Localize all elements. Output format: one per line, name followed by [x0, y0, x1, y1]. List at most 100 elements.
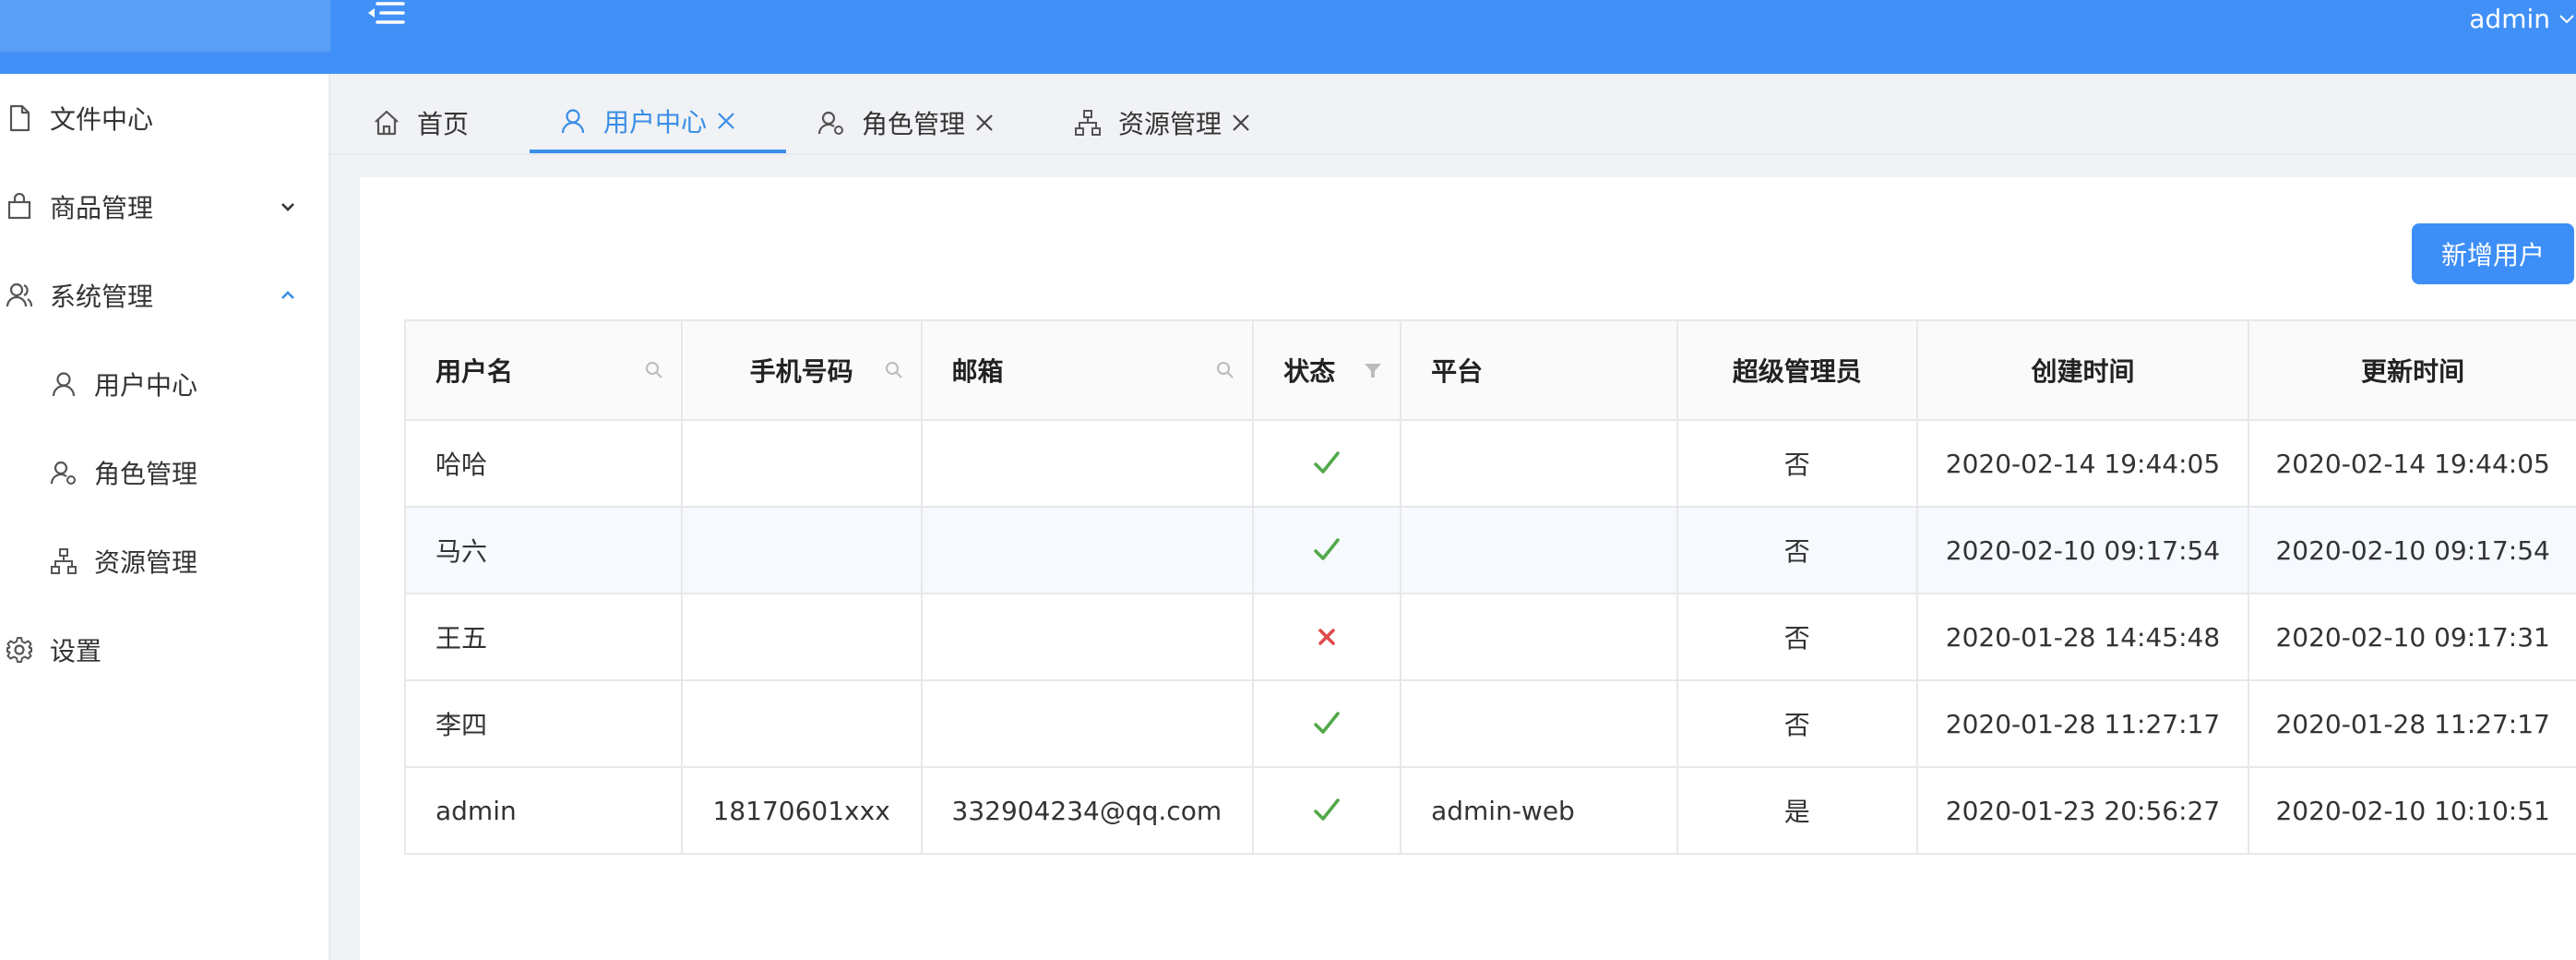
cell-status [1254, 594, 1402, 679]
cell-platform [1401, 421, 1678, 506]
filter-icon[interactable] [1363, 360, 1383, 380]
table-row[interactable]: 李四 否 2020-01-28 11:27:17 2020-01-28 11:2… [406, 681, 2576, 768]
cell-updated: 2020-02-10 10:10:51 [2275, 795, 2550, 826]
shopping-bag-icon [7, 193, 31, 220]
search-icon[interactable] [1215, 360, 1235, 380]
check-icon [1314, 712, 1340, 734]
cell-created: 2020-01-23 20:56:27 [1918, 768, 2250, 853]
cell-username: 李四 [406, 681, 683, 766]
users-icon [6, 282, 33, 307]
check-icon [1314, 451, 1340, 474]
cell-platform: admin-web [1401, 768, 1678, 853]
role-icon [50, 461, 76, 485]
gear-icon [6, 637, 32, 663]
table-row[interactable]: 哈哈 否 2020-02-14 19:44:05 2020-02-14 19:4… [406, 421, 2576, 508]
sidebar-item-label: 用户中心 [94, 370, 198, 401]
cell-email [923, 508, 1255, 593]
tab-label: 角色管理 [862, 109, 966, 139]
cell-status [1254, 768, 1402, 853]
collapse-menu-icon[interactable] [364, 0, 409, 37]
table-header-row: 用户名 手机号码 邮箱 状态 平台 超级管理员 创建时间 更新时间 [406, 321, 2576, 421]
search-icon[interactable] [644, 360, 664, 380]
close-icon[interactable] [974, 113, 995, 133]
search-icon[interactable] [884, 360, 904, 380]
role-icon [817, 111, 843, 135]
cell-super-admin: 否 [1678, 681, 1918, 766]
cell-email [923, 421, 1255, 506]
cell-phone [683, 681, 923, 766]
cell-platform [1401, 681, 1678, 766]
user-icon [561, 109, 585, 134]
cell-status [1254, 508, 1402, 593]
cell-platform [1401, 594, 1678, 679]
sidebar-item-settings[interactable]: 设置 [0, 606, 328, 694]
sidebar-item-goods[interactable]: 商品管理 [0, 162, 328, 251]
close-icon[interactable] [716, 111, 736, 131]
tab-label: 用户中心 [603, 107, 708, 138]
cell-updated: 2020-02-10 09:17:54 [2275, 534, 2550, 566]
cell-phone: 18170601xxx [683, 768, 923, 853]
cell-phone [683, 508, 923, 593]
cell-super-admin: 否 [1678, 508, 1918, 593]
sitemap-icon [51, 548, 77, 574]
home-icon [375, 110, 399, 136]
table-row[interactable]: admin 18170601xxx 332904234@qq.com admin… [406, 768, 2576, 855]
table-row[interactable]: 马六 否 2020-02-10 09:17:54 2020-02-10 09:1… [406, 508, 2576, 594]
tab-user-center[interactable]: 用户中心 [530, 92, 786, 153]
tab-label: 首页 [417, 109, 470, 139]
cell-username: 王五 [406, 594, 683, 679]
cell-phone [683, 421, 923, 506]
cell-username: admin [406, 768, 683, 853]
cell-created: 2020-01-28 11:27:17 [1918, 681, 2250, 766]
sidebar-item-label: 系统管理 [50, 282, 154, 312]
sidebar-item-resource[interactable]: 资源管理 [0, 517, 328, 606]
tab-bar: 首页 用户中心 角色管理 资源管理 [330, 74, 2576, 155]
top-header: admin [0, 0, 2576, 74]
sidebar-item-file-center[interactable]: 文件中心 [0, 74, 328, 162]
table-row[interactable]: 王五 否 2020-01-28 14:45:48 2020-02-10 09:1… [406, 594, 2576, 681]
sidebar-item-label: 商品管理 [50, 193, 154, 223]
sidebar-item-label: 资源管理 [94, 547, 198, 578]
file-icon [9, 104, 30, 132]
cross-icon [1318, 629, 1335, 645]
sidebar-item-user-center[interactable]: 用户中心 [0, 340, 328, 428]
tab-home[interactable]: 首页 [373, 92, 469, 153]
cell-super-admin: 是 [1678, 768, 1918, 853]
sidebar-item-label: 角色管理 [94, 459, 198, 489]
cell-updated: 2020-01-28 11:27:17 [2275, 708, 2550, 739]
cell-platform [1401, 508, 1678, 593]
logo-area [0, 0, 330, 52]
column-header-super-admin: 超级管理员 [1678, 321, 1918, 419]
column-header-created: 创建时间 [1918, 321, 2250, 419]
app-root: admin 文件中心 商品管理 系统管理 用户中心 角色管理 资源管理 设置 首… [0, 0, 2576, 960]
sidebar: 文件中心 商品管理 系统管理 用户中心 角色管理 资源管理 设置 [0, 74, 330, 960]
sidebar-item-role[interactable]: 角色管理 [0, 428, 328, 517]
column-header-username: 用户名 [406, 321, 683, 419]
user-icon [52, 372, 76, 397]
sidebar-item-label: 文件中心 [50, 104, 154, 135]
tab-role[interactable]: 角色管理 [817, 92, 995, 153]
cell-status [1254, 681, 1402, 766]
chevron-up-icon [281, 291, 294, 299]
cell-email [923, 594, 1255, 679]
sidebar-item-system[interactable]: 系统管理 [0, 251, 328, 340]
cell-updated: 2020-02-10 09:17:31 [2275, 621, 2550, 653]
cell-username: 马六 [406, 508, 683, 593]
column-header-platform: 平台 [1401, 321, 1678, 419]
tab-label: 资源管理 [1118, 109, 1222, 139]
cell-email: 332904234@qq.com [923, 768, 1255, 853]
column-header-phone: 手机号码 [683, 321, 923, 419]
content-panel: 新增用户 用户名 手机号码 邮箱 状态 平台 超级管理员 创建时间 更新时间 哈… [360, 177, 2576, 960]
close-icon[interactable] [1231, 113, 1251, 133]
add-user-button[interactable]: 新增用户 [2412, 223, 2574, 284]
sidebar-item-label: 设置 [50, 636, 102, 666]
cell-status [1254, 421, 1402, 506]
cell-username: 哈哈 [406, 421, 683, 506]
cell-super-admin: 否 [1678, 421, 1918, 506]
user-name: admin [2469, 3, 2550, 34]
tab-resource[interactable]: 资源管理 [1074, 92, 1251, 153]
user-menu[interactable]: admin [2447, 0, 2576, 37]
cell-super-admin: 否 [1678, 594, 1918, 679]
check-icon [1314, 538, 1340, 560]
sitemap-icon [1075, 110, 1101, 136]
